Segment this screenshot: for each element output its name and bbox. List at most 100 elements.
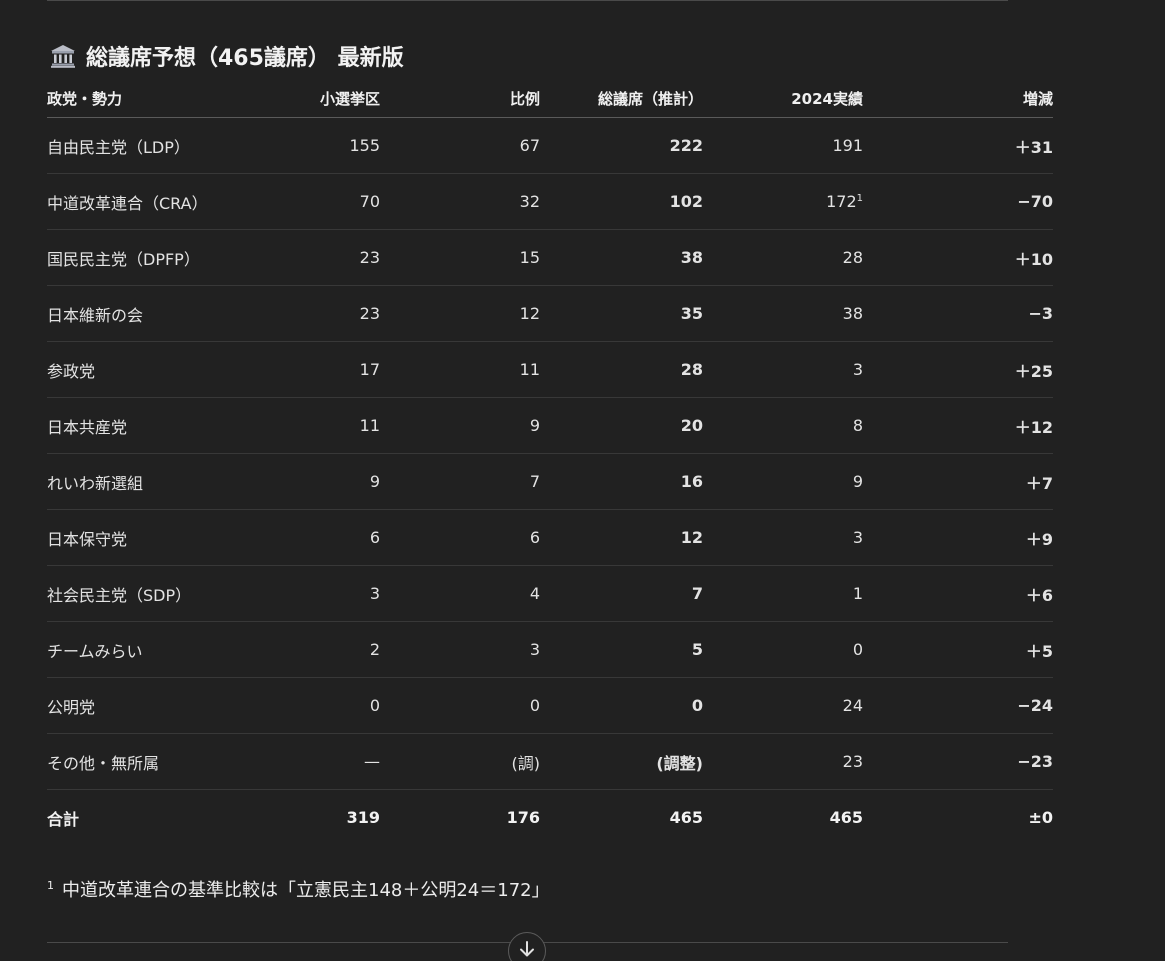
- table-row: 社会民主党（SDP） 3 4 7 1 ＋6: [47, 565, 1053, 622]
- cell-party: 参政党: [47, 341, 247, 398]
- cell-pr: 11: [380, 341, 540, 398]
- cell-total: 0: [540, 677, 703, 734]
- cell-total: 7: [540, 565, 703, 622]
- section-heading: 総議席予想（465議席） 最新版: [50, 40, 404, 72]
- header-smd: 小選挙区: [247, 80, 380, 118]
- footnote-ref: 1: [856, 193, 863, 204]
- cell-pr: 32: [380, 173, 540, 230]
- cell-smd: 319: [346, 808, 380, 827]
- cell-party: 日本保守党: [47, 509, 247, 566]
- table-row: 日本保守党 6 6 12 3 ＋9: [47, 509, 1053, 566]
- cell-smd: 23: [247, 285, 380, 342]
- seat-forecast-table: 政党・勢力 小選挙区 比例 総議席（推計） 2024実績 増減 自由民主党（LD…: [47, 80, 1053, 845]
- header-party: 政党・勢力: [47, 80, 247, 118]
- cell-party: 日本維新の会: [47, 285, 247, 342]
- cell-party: 自由民主党（LDP）: [47, 117, 247, 174]
- cell-pr: 4: [380, 565, 540, 622]
- cell-change: −23: [863, 733, 1053, 790]
- table-row: その他・無所属 — (調) (調整) 23 −23: [47, 733, 1053, 790]
- cell-smd: —: [247, 733, 380, 790]
- cell-change: ＋31: [863, 117, 1053, 174]
- cell-total: 20: [540, 397, 703, 454]
- cell-party: チームみらい: [47, 621, 247, 678]
- cell-change: ＋10: [863, 229, 1053, 286]
- table-body: 自由民主党（LDP） 155 67 222 191 ＋31 中道改革連合（CRA） 70 32 1…: [47, 117, 1053, 846]
- cell-smd: 0: [247, 677, 380, 734]
- cell-2024: 8: [703, 397, 863, 454]
- footnote-marker: 1: [47, 879, 54, 892]
- table-row: 日本維新の会 23 12 35 38 −3: [47, 285, 1053, 342]
- cell-2024: 23: [703, 733, 863, 790]
- section-title: 総議席予想（465議席） 最新版: [86, 46, 404, 71]
- arrow-down-icon: [517, 939, 537, 961]
- cell-change: −70: [863, 173, 1053, 230]
- cell-2024-value: 172: [826, 192, 857, 211]
- header-change: 増減: [863, 80, 1053, 118]
- cell-change: ±0: [1028, 808, 1053, 827]
- cell-change: ＋5: [863, 621, 1053, 678]
- cell-pr: 9: [380, 397, 540, 454]
- cell-smd: 2: [247, 621, 380, 678]
- cell-2024: 3: [703, 341, 863, 398]
- cell-pr: 15: [380, 229, 540, 286]
- cell-party: 合計: [47, 809, 80, 829]
- table-row: れいわ新選組 9 7 16 9 ＋7: [47, 453, 1053, 510]
- table-row: 中道改革連合（CRA） 70 32 102 1721 −70: [47, 173, 1053, 230]
- cell-smd: 6: [247, 509, 380, 566]
- table-row: 国民民主党（DPFP） 23 15 38 28 ＋10: [47, 229, 1053, 286]
- scroll-to-bottom-button[interactable]: [508, 932, 546, 961]
- cell-2024: 465: [829, 808, 863, 827]
- cell-pr: (調): [380, 733, 540, 790]
- cell-2024: 191: [703, 117, 863, 174]
- cell-2024: 9: [703, 453, 863, 510]
- cell-pr: 0: [380, 677, 540, 734]
- cell-2024: 1: [703, 565, 863, 622]
- cell-smd: 70: [247, 173, 380, 230]
- table-row: 日本共産党 11 9 20 8 ＋12: [47, 397, 1053, 454]
- cell-change: ＋7: [863, 453, 1053, 510]
- cell-pr: 3: [380, 621, 540, 678]
- cell-total: 465: [669, 808, 703, 827]
- footnote: 1 中道改革連合の基準比較は「立憲民主148＋公明24＝172」: [47, 876, 550, 902]
- cell-total: (調整): [540, 733, 703, 790]
- cell-party: 日本共産党: [47, 397, 247, 454]
- divider-top: [47, 0, 1008, 1]
- header-total: 総議席（推計）: [540, 80, 703, 118]
- classical-building-icon: [50, 44, 76, 68]
- cell-total: 35: [540, 285, 703, 342]
- cell-change: −24: [863, 677, 1053, 734]
- cell-change: ＋12: [863, 397, 1053, 454]
- cell-party: れいわ新選組: [47, 453, 247, 510]
- cell-change: ＋25: [863, 341, 1053, 398]
- cell-pr: 6: [380, 509, 540, 566]
- cell-smd: 155: [247, 117, 380, 174]
- cell-total: 222: [540, 117, 703, 174]
- cell-party: 中道改革連合（CRA）: [47, 173, 247, 230]
- cell-smd: 9: [247, 453, 380, 510]
- cell-2024: 0: [703, 621, 863, 678]
- cell-2024: 24: [703, 677, 863, 734]
- table-row: 参政党 17 11 28 3 ＋25: [47, 341, 1053, 398]
- cell-change: ＋9: [863, 509, 1053, 566]
- cell-smd: 11: [247, 397, 380, 454]
- header-2024: 2024実績: [703, 80, 863, 118]
- cell-total: 102: [540, 173, 703, 230]
- cell-smd: 17: [247, 341, 380, 398]
- cell-smd: 23: [247, 229, 380, 286]
- table-row: 自由民主党（LDP） 155 67 222 191 ＋31: [47, 117, 1053, 174]
- cell-2024: 28: [703, 229, 863, 286]
- cell-change: −3: [863, 285, 1053, 342]
- cell-smd: 3: [247, 565, 380, 622]
- cell-2024: 38: [703, 285, 863, 342]
- cell-party: 国民民主党（DPFP）: [47, 229, 247, 286]
- cell-change: ＋6: [863, 565, 1053, 622]
- cell-party: 社会民主党（SDP）: [47, 565, 247, 622]
- cell-total: 38: [540, 229, 703, 286]
- cell-party: その他・無所属: [47, 733, 247, 790]
- header-pr: 比例: [380, 80, 540, 118]
- cell-total: 28: [540, 341, 703, 398]
- cell-pr: 12: [380, 285, 540, 342]
- footnote-text: 中道改革連合の基準比較は「立憲民主148＋公明24＝172」: [62, 880, 550, 901]
- table-row: チームみらい 2 3 5 0 ＋5: [47, 621, 1053, 678]
- cell-pr: 67: [380, 117, 540, 174]
